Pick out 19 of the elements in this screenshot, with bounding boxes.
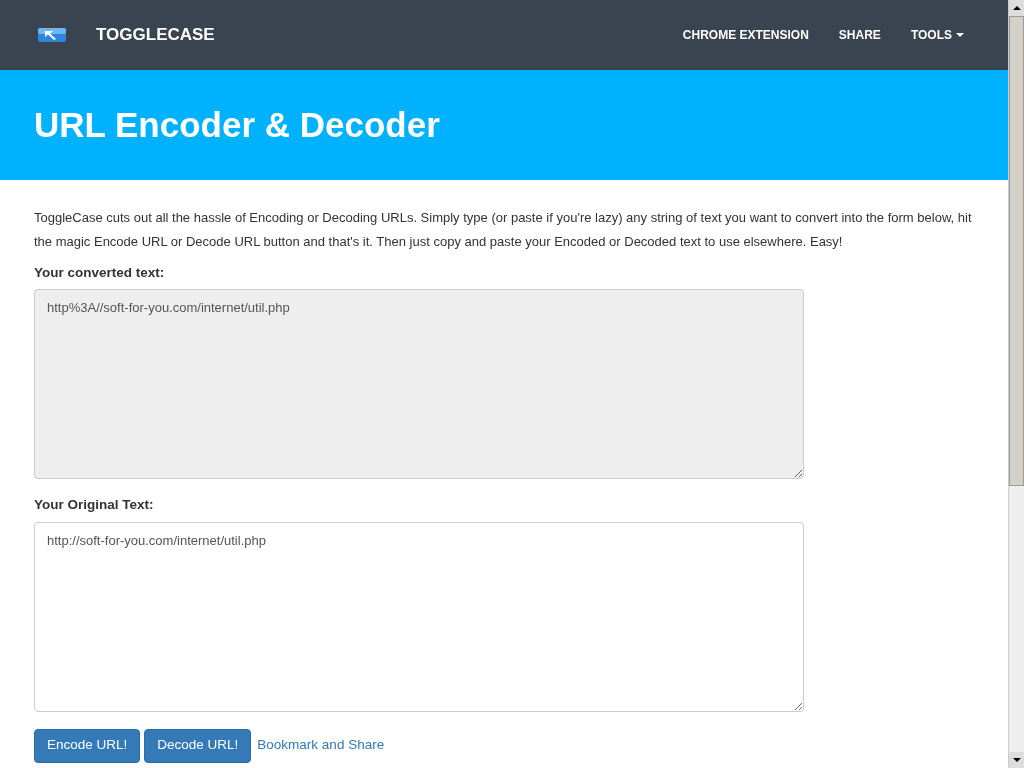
scroll-up-icon[interactable]	[1009, 0, 1024, 16]
text-area[interactable]: http://soft-for-you.com/internet/util.php	[34, 521, 804, 712]
scrollbar[interactable]	[1008, 0, 1024, 768]
field-label: Your Original Text:	[34, 496, 155, 515]
page-title: URL Encoder & Decoder	[34, 103, 440, 146]
logo-icon	[38, 28, 66, 42]
scroll-down-icon[interactable]	[1009, 752, 1024, 768]
action-button[interactable]: Decode URL!	[144, 728, 252, 763]
brand-link[interactable]: TOGGLECASE	[38, 22, 215, 48]
share-link[interactable]: Bookmark and Share	[257, 735, 385, 756]
text-area[interactable]: http%3A//soft-for-you.com/internet/util.php	[34, 289, 804, 480]
scroll-thumb[interactable]	[1009, 16, 1024, 486]
nav-link[interactable]: CHROME EXTENSION	[682, 26, 809, 44]
action-button[interactable]: Encode URL!	[34, 728, 141, 763]
tools-dropdown[interactable]: TOOLS	[910, 26, 964, 44]
nav-link[interactable]: SHARE	[838, 26, 881, 44]
caret-icon	[956, 33, 964, 37]
intro-paragraph: ToggleCase cuts out all the hassle of Encoding or Decoding URLs. Simply type (or paste if you're lazy) any string of text you want to convert into the form below, hit the magic Encode URL or Decode URL button and that's it. Then just copy and paste your Encoded or Decoded text to use elsewhere. Easy!	[34, 209, 973, 251]
field-label: Your converted text:	[34, 264, 166, 282]
